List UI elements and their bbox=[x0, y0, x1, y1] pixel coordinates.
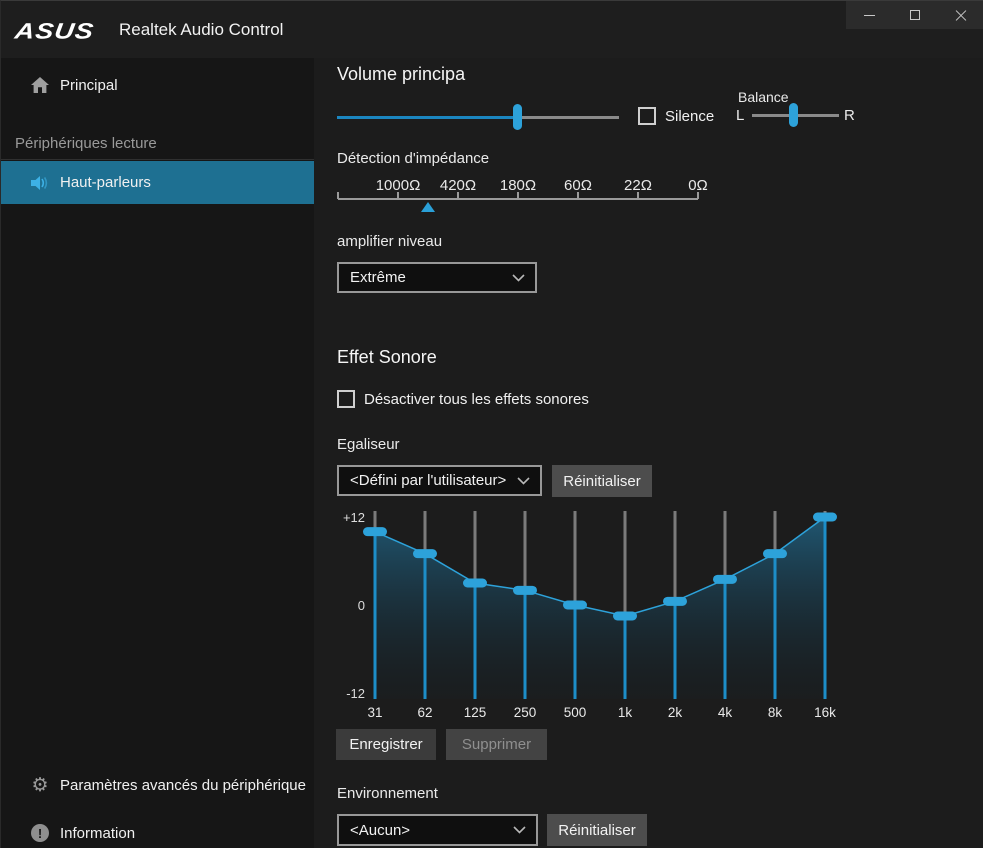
amplifier-dropdown[interactable]: Extrême bbox=[337, 262, 537, 293]
sidebar-item-label: Information bbox=[60, 825, 135, 842]
volume-slider[interactable] bbox=[337, 104, 619, 130]
silence-checkbox[interactable] bbox=[638, 107, 656, 125]
impedance-label: 420Ω bbox=[440, 177, 476, 194]
balance-slider-thumb[interactable] bbox=[789, 103, 798, 127]
speaker-icon bbox=[29, 175, 51, 191]
disable-effects-label: Désactiver tous les effets sonores bbox=[364, 391, 589, 408]
eq-frequency-label-125: 125 bbox=[464, 705, 487, 720]
impedance-title: Détection d'impédance bbox=[337, 150, 489, 167]
disable-effects-row: Désactiver tous les effets sonores bbox=[337, 390, 589, 408]
impedance-label: 60Ω bbox=[564, 177, 592, 194]
sidebar-divider bbox=[1, 159, 314, 160]
sidebar-item-haut-parleurs[interactable]: Haut-parleurs bbox=[1, 161, 314, 204]
eq-thumb-500[interactable] bbox=[563, 601, 587, 610]
sidebar-item-advanced-settings[interactable]: ⚙ Paramètres avancés du périphérique bbox=[1, 767, 314, 803]
impedance-label: 22Ω bbox=[624, 177, 652, 194]
environment-dropdown-value: <Aucun> bbox=[350, 822, 513, 839]
eq-frequency-label-62: 62 bbox=[417, 705, 432, 720]
minimize-button[interactable] bbox=[846, 1, 892, 29]
sidebar-item-label: Principal bbox=[60, 77, 118, 94]
asus-logo: ASUS bbox=[13, 19, 96, 44]
sidebar-item-principal[interactable]: Principal bbox=[1, 67, 314, 103]
equalizer-reset-button[interactable]: Réinitialiser bbox=[552, 465, 652, 497]
environment-reset-button[interactable]: Réinitialiser bbox=[547, 814, 647, 846]
environment-label: Environnement bbox=[337, 785, 438, 802]
sidebar: Principal Périphériques lecture Haut-par… bbox=[1, 58, 314, 848]
eq-ytick-minus12: -12 bbox=[346, 686, 365, 701]
chevron-down-icon bbox=[517, 477, 530, 485]
impedance-marker bbox=[421, 202, 435, 212]
eq-thumb-31[interactable] bbox=[363, 527, 387, 536]
eq-frequency-label-2k: 2k bbox=[668, 705, 683, 720]
title-bar: ASUS Realtek Audio Control bbox=[1, 1, 983, 58]
sidebar-section-label: Périphériques lecture bbox=[15, 135, 157, 152]
silence-label: Silence bbox=[665, 108, 714, 125]
chevron-down-icon bbox=[513, 826, 526, 834]
eq-thumb-4k[interactable] bbox=[713, 575, 737, 584]
eq-frequency-label-250: 250 bbox=[514, 705, 537, 720]
eq-thumb-16k[interactable] bbox=[813, 513, 837, 522]
eq-thumb-1k[interactable] bbox=[613, 612, 637, 621]
sound-effect-title: Effet Sonore bbox=[337, 347, 437, 368]
impedance-ruler: 1000Ω 420Ω 180Ω 60Ω 22Ω 0Ω bbox=[331, 177, 721, 217]
gear-icon: ⚙ bbox=[29, 776, 51, 795]
maximize-button[interactable] bbox=[892, 1, 938, 29]
silence-checkbox-row: Silence bbox=[638, 107, 714, 125]
equalizer-chart[interactable]: +12 0 -12 31 62 125 250 500 1k 2k 4k 8k 16k bbox=[331, 501, 861, 726]
equalizer-label: Egaliseur bbox=[337, 436, 400, 453]
impedance-label: 0Ω bbox=[688, 177, 708, 194]
sidebar-item-label: Paramètres avancés du périphérique bbox=[60, 777, 306, 794]
balance-slider[interactable] bbox=[752, 103, 839, 127]
balance-left-label: L bbox=[736, 107, 744, 124]
volume-section-title: Volume principa bbox=[337, 64, 465, 85]
eq-area-fill bbox=[375, 517, 825, 699]
eq-frequency-label-500: 500 bbox=[564, 705, 587, 720]
equalizer-save-button[interactable]: Enregistrer bbox=[336, 729, 436, 760]
volume-slider-fill bbox=[337, 116, 517, 119]
sidebar-item-information[interactable]: ! Information bbox=[1, 815, 314, 848]
eq-frequency-label-1k: 1k bbox=[618, 705, 633, 720]
eq-thumb-2k[interactable] bbox=[663, 597, 687, 606]
chevron-down-icon bbox=[512, 274, 525, 282]
impedance-label: 1000Ω bbox=[376, 177, 421, 194]
eq-frequency-label-8k: 8k bbox=[768, 705, 783, 720]
impedance-label: 180Ω bbox=[500, 177, 536, 194]
home-icon bbox=[29, 76, 51, 94]
eq-frequency-label-31: 31 bbox=[367, 705, 382, 720]
environment-dropdown[interactable]: <Aucun> bbox=[337, 814, 538, 846]
volume-slider-thumb[interactable] bbox=[513, 104, 522, 130]
equalizer-delete-button[interactable]: Supprimer bbox=[446, 729, 547, 760]
eq-thumb-8k[interactable] bbox=[763, 549, 787, 558]
equalizer-preset-value: <Défini par l'utilisateur> bbox=[350, 472, 517, 489]
maximize-icon bbox=[910, 10, 920, 20]
app-title: Realtek Audio Control bbox=[119, 20, 283, 40]
amplifier-dropdown-value: Extrême bbox=[350, 269, 512, 286]
close-icon bbox=[955, 9, 967, 21]
eq-thumb-62[interactable] bbox=[413, 549, 437, 558]
eq-thumb-125[interactable] bbox=[463, 579, 487, 588]
eq-ytick-zero: 0 bbox=[358, 598, 365, 613]
information-icon: ! bbox=[29, 824, 51, 842]
window-controls bbox=[846, 1, 983, 29]
balance-right-label: R bbox=[844, 107, 855, 124]
sidebar-item-label: Haut-parleurs bbox=[60, 174, 151, 191]
minimize-icon bbox=[864, 15, 875, 16]
eq-frequency-label-4k: 4k bbox=[718, 705, 733, 720]
eq-thumb-250[interactable] bbox=[513, 586, 537, 595]
amplifier-label: amplifier niveau bbox=[337, 233, 442, 250]
disable-effects-checkbox[interactable] bbox=[337, 390, 355, 408]
eq-frequency-label-16k: 16k bbox=[814, 705, 836, 720]
close-button[interactable] bbox=[938, 1, 983, 29]
equalizer-preset-dropdown[interactable]: <Défini par l'utilisateur> bbox=[337, 465, 542, 496]
app-window: ASUS Realtek Audio Control Principal Pér… bbox=[0, 0, 983, 848]
eq-ytick-plus12: +12 bbox=[343, 510, 365, 525]
